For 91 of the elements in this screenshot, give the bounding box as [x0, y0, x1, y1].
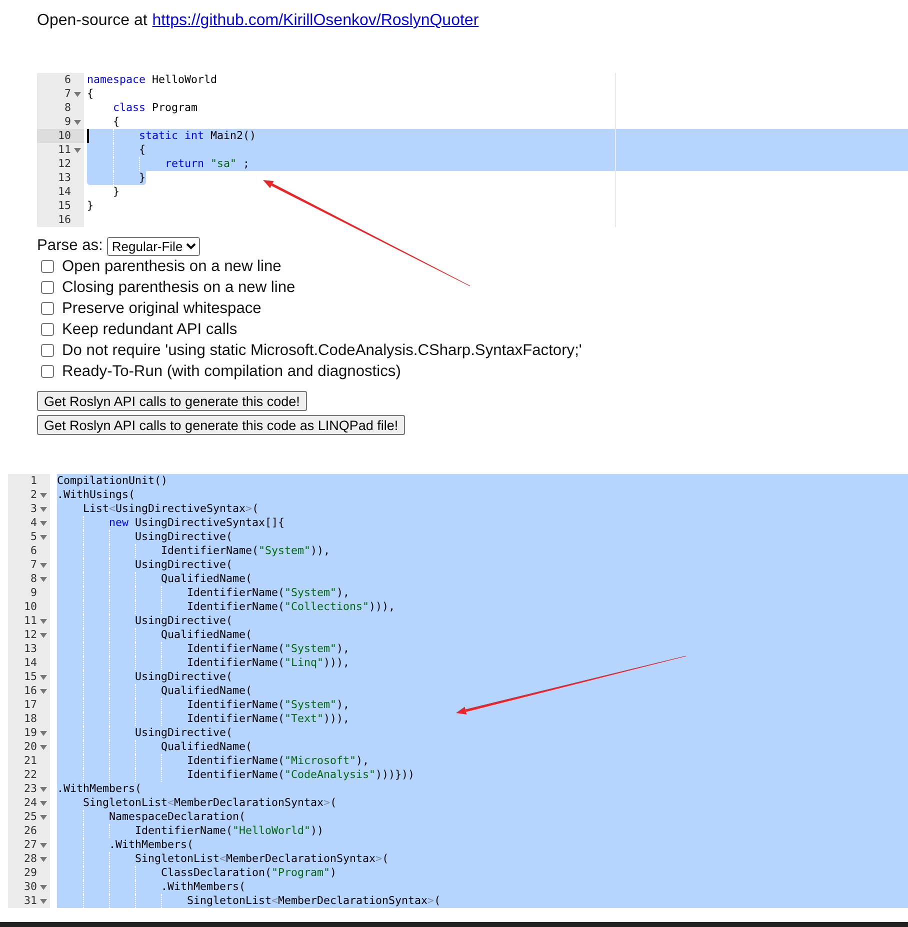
parse-mode-dropdown[interactable]: Regular-File — [106, 236, 200, 256]
line-number: 16 — [24, 684, 37, 698]
fold-icon[interactable] — [40, 786, 47, 792]
line-number: 1 — [30, 474, 37, 488]
checkbox[interactable] — [41, 344, 54, 357]
line-number: 25 — [24, 810, 37, 824]
scrollbar[interactable] — [0, 922, 908, 927]
fold-icon[interactable] — [40, 674, 47, 680]
line-number: 15 — [24, 670, 37, 684]
fold-icon[interactable] — [40, 744, 47, 750]
line-number: 17 — [24, 698, 37, 712]
line-number: 14 — [58, 185, 71, 199]
fold-icon[interactable] — [40, 618, 47, 624]
code-line: namespace HelloWorld — [87, 73, 218, 87]
line-number: 27 — [24, 838, 37, 852]
checkbox[interactable] — [41, 260, 54, 273]
line-number: 22 — [24, 768, 37, 782]
checkbox[interactable] — [41, 323, 54, 336]
fold-icon[interactable] — [40, 814, 47, 820]
line-number: 29 — [24, 866, 37, 880]
line-number: 14 — [24, 656, 37, 670]
fold-icon[interactable] — [40, 688, 47, 694]
checkbox[interactable] — [41, 365, 54, 378]
line-number: 18 — [24, 712, 37, 726]
code-line: class Program — [112, 101, 198, 115]
line-number: 19 — [24, 726, 37, 740]
line-number: 12 — [58, 157, 71, 171]
parse-label: Parse as: — [37, 237, 103, 255]
text-cursor — [87, 129, 89, 143]
line-number: 6 — [30, 544, 37, 558]
fold-icon[interactable] — [40, 800, 47, 806]
line-number: 7 — [64, 87, 71, 101]
line-number: 16 — [58, 213, 71, 227]
fold-icon[interactable] — [40, 632, 47, 638]
code-line: } — [87, 199, 94, 213]
line-number: 9 — [64, 115, 71, 129]
fold-icon[interactable] — [40, 506, 47, 512]
code-line: { — [87, 87, 94, 101]
line-number: 13 — [24, 642, 37, 656]
code-editor[interactable]: 6 namespace HelloWorld 7 { 8 class Program 9 { 10 static int Main2() 11 { 12 return "sa" ; 13 } 14 } 15 } 16 — [37, 73, 908, 227]
line-number: 2 — [30, 488, 37, 502]
fold-icon[interactable] — [40, 842, 47, 848]
line-number: 8 — [30, 572, 37, 586]
checkbox[interactable] — [41, 281, 54, 294]
line-number: 11 — [58, 143, 71, 157]
line-number: 3 — [30, 502, 37, 516]
line-number: 31 — [24, 894, 37, 908]
generate-button[interactable]: Get Roslyn API calls to generate this code as LINQPad file! — [37, 415, 406, 435]
line-number: 10 — [24, 600, 37, 614]
line-number: 24 — [24, 796, 37, 810]
checkbox-label: Keep redundant API calls — [62, 320, 238, 338]
checkbox-label: Do not require 'using static Microsoft.CodeAnalysis.CSharp.SyntaxFactory;' — [62, 342, 582, 360]
fold-icon[interactable] — [74, 148, 81, 152]
fold-icon[interactable] — [40, 898, 47, 904]
line-number: 12 — [24, 628, 37, 642]
fold-icon[interactable] — [40, 884, 47, 890]
fold-icon[interactable] — [40, 492, 47, 498]
header-text: Open-source at — [37, 12, 148, 29]
fold-icon[interactable] — [40, 534, 47, 540]
checkbox-label: Closing parenthesis on a new line — [62, 278, 296, 296]
code-line: { — [112, 115, 120, 129]
checkbox-label: Ready-To-Run (with compilation and diagnostics) — [62, 362, 401, 380]
line-number: 5 — [30, 530, 37, 544]
line-number: 9 — [30, 586, 37, 600]
line-number: 20 — [24, 740, 37, 754]
checkbox[interactable] — [41, 302, 54, 315]
line-number: 4 — [30, 516, 37, 530]
line-number: 26 — [24, 824, 37, 838]
fold-icon[interactable] — [40, 730, 47, 736]
checkbox-label: Open parenthesis on a new line — [62, 258, 282, 276]
fold-icon[interactable] — [74, 92, 81, 96]
line-number: 6 — [64, 73, 71, 87]
line-number: 10 — [58, 129, 71, 143]
line-number: 8 — [64, 101, 71, 115]
line-number: 11 — [24, 614, 37, 628]
repo-link[interactable]: https://github.com/KirillOsenkov/RoslynQuoter — [152, 12, 479, 29]
fold-icon[interactable] — [40, 562, 47, 568]
fold-icon[interactable] — [40, 576, 47, 582]
line-number: 30 — [24, 880, 37, 894]
code-line: } — [112, 185, 120, 199]
line-number: 7 — [30, 558, 37, 572]
line-number: 28 — [24, 852, 37, 866]
fold-icon[interactable] — [74, 120, 81, 124]
generate-button[interactable]: Get Roslyn API calls to generate this code! — [37, 391, 307, 411]
checkbox-label: Preserve original whitespace — [62, 300, 262, 318]
fold-icon[interactable] — [40, 856, 47, 862]
line-number: 21 — [24, 754, 37, 768]
line-number: 13 — [58, 171, 71, 185]
line-number: 15 — [58, 199, 71, 213]
line-number: 23 — [24, 782, 37, 796]
fold-icon[interactable] — [40, 520, 47, 526]
